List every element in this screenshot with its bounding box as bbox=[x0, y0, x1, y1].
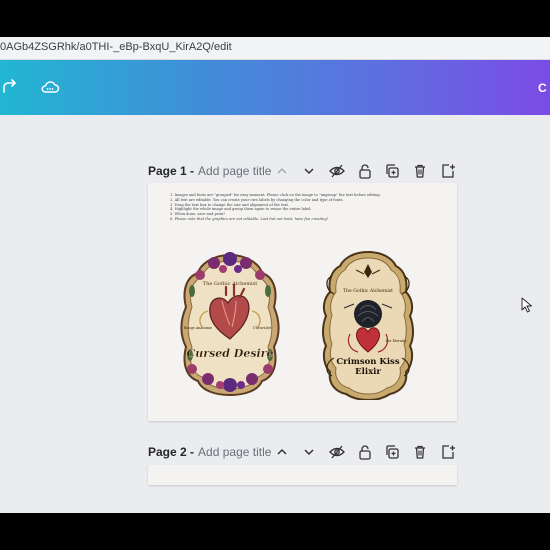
page-2-header: Page 2 - Add page title bbox=[148, 441, 458, 463]
label-brand: The Gothic Alchemist bbox=[343, 288, 393, 294]
page-number-label: Page 1 - bbox=[148, 164, 195, 178]
label-product-name-line2: Elixir bbox=[355, 367, 381, 377]
cloud-sync-icon[interactable] bbox=[40, 79, 60, 95]
page-2-canvas[interactable] bbox=[148, 465, 457, 485]
lock-icon[interactable] bbox=[357, 163, 373, 179]
editor-toolbar: C bbox=[0, 60, 550, 115]
browser-address-bar[interactable]: 0AGb4ZSGRhk/a0THI-_eBp-BxqU_KirA2Q/edit bbox=[0, 37, 550, 60]
redo-icon[interactable] bbox=[2, 78, 18, 96]
url-text[interactable]: 0AGb4ZSGRhk/a0THI-_eBp-BxqU_KirA2Q/edit bbox=[0, 41, 232, 53]
video-letterbox-bottom bbox=[0, 513, 550, 550]
chevron-down-icon[interactable] bbox=[301, 163, 317, 179]
hide-icon[interactable] bbox=[329, 444, 345, 460]
duplicate-icon[interactable] bbox=[384, 163, 400, 179]
trash-icon[interactable] bbox=[412, 444, 428, 460]
hide-icon[interactable] bbox=[329, 163, 345, 179]
duplicate-icon[interactable] bbox=[384, 444, 400, 460]
instructions-list: 1. Images and fonts are "grouped" for ea… bbox=[170, 193, 410, 222]
add-page-icon[interactable] bbox=[440, 444, 456, 460]
label-note-right: Ultraviolet bbox=[253, 326, 272, 330]
chevron-up-icon[interactable] bbox=[274, 163, 290, 179]
chevron-down-icon[interactable] bbox=[301, 444, 317, 460]
instruction-item: 6. Please note that the graphics are not… bbox=[170, 216, 329, 221]
editor-canvas: Page 1 - Add page title 1. Images and fo… bbox=[0, 115, 550, 513]
share-button[interactable]: C bbox=[538, 81, 547, 95]
video-letterbox-top bbox=[0, 0, 550, 37]
page-title-input[interactable]: Add page title bbox=[198, 445, 271, 459]
trash-icon[interactable] bbox=[412, 163, 428, 179]
page-number-label: Page 2 - bbox=[148, 445, 195, 459]
label-product-name: Cursed Desire bbox=[187, 347, 274, 360]
label-note: For Eternity bbox=[386, 339, 407, 343]
crimson-kiss-label[interactable]: The Gothic Alchemist For Eternity Crimso… bbox=[320, 250, 416, 400]
add-page-icon[interactable] bbox=[440, 163, 456, 179]
mouse-pointer-icon bbox=[521, 297, 532, 313]
page-1-header: Page 1 - Add page title bbox=[148, 160, 458, 182]
label-note-left: Rouge Anatomie bbox=[184, 326, 212, 330]
label-brand: The Gothic Alchemist bbox=[203, 281, 257, 287]
lock-icon[interactable] bbox=[357, 444, 373, 460]
chevron-up-icon[interactable] bbox=[274, 444, 290, 460]
cursed-desire-label[interactable]: The Gothic Alchemist Rouge Anatomie Ultr… bbox=[178, 251, 282, 397]
page-title-input[interactable]: Add page title bbox=[198, 164, 271, 178]
page-1-canvas[interactable]: 1. Images and fonts are "grouped" for ea… bbox=[148, 183, 457, 421]
label-product-name-line1: Crimson Kiss bbox=[336, 357, 399, 367]
